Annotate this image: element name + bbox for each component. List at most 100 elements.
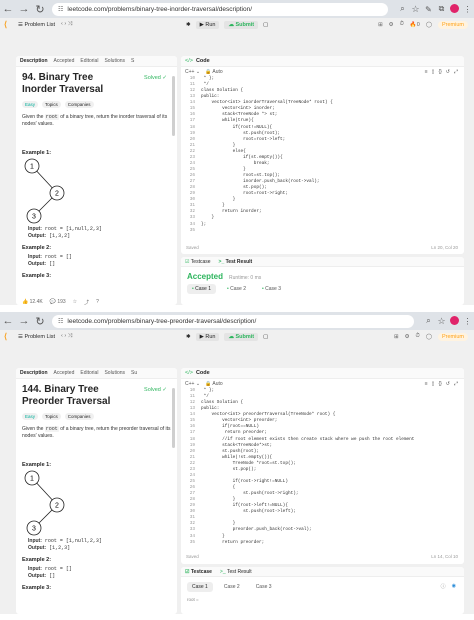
submit-button[interactable]: ☁ Submit <box>224 332 259 341</box>
tab-editorial[interactable]: Editorial <box>80 370 98 376</box>
tab-testcase[interactable]: ☑ Testcase <box>185 569 212 575</box>
tab-solutions[interactable]: Solutions <box>104 58 125 64</box>
tab-description[interactable]: Description <box>20 58 48 64</box>
timer-icon[interactable]: ⏱ <box>400 21 404 28</box>
prev-next-random-icons[interactable]: ‹ › ⤨ <box>61 21 72 28</box>
bookmark-icon[interactable]: ▯ <box>432 69 435 75</box>
reload-icon[interactable]: ↻ <box>32 315 48 328</box>
address-bar[interactable]: ☷ leetcode.com/problems/binary-tree-preo… <box>52 314 414 328</box>
extension-icon[interactable]: ✎ <box>422 5 435 14</box>
source-icon[interactable]: ◉ <box>452 583 456 590</box>
notes-icon[interactable]: ▢ <box>263 334 268 340</box>
tab-test-result[interactable]: >_ Test Result <box>220 569 252 575</box>
bookmark-star-icon[interactable]: ☆ <box>409 4 422 15</box>
leetcode-logo-icon[interactable]: ⟨ <box>4 332 14 341</box>
language-select[interactable]: C++ ⌄ <box>185 381 200 387</box>
bookmark-star-icon[interactable]: ☆ <box>435 316 448 327</box>
description-scrollbar[interactable] <box>172 388 175 448</box>
fullscreen-icon[interactable]: ⤢ <box>454 69 458 75</box>
submit-button[interactable]: ☁ Submit <box>224 20 259 29</box>
tab-accepted[interactable]: Accepted <box>54 370 75 376</box>
code-text[interactable]: * }; */class Solution {public: vector<in… <box>201 388 414 546</box>
code-text[interactable]: * }; */class Solution {public: vector<in… <box>201 76 333 234</box>
problem-title[interactable]: 94. Binary Tree Inorder Traversal <box>22 72 126 96</box>
browser-menu-icon[interactable]: ⋮ <box>461 5 474 14</box>
extensions-puzzle-icon[interactable]: ⧉ <box>435 4 448 14</box>
problem-list-button[interactable]: ☰ Problem List <box>18 22 55 28</box>
tab-solutions[interactable]: Solutions <box>104 370 125 376</box>
layout-icon[interactable]: ⊞ <box>394 334 399 340</box>
problem-list-button[interactable]: ☰ Problem List <box>18 334 55 340</box>
companies-tag[interactable]: Companies <box>64 413 94 420</box>
tab-test-result[interactable]: >_ Test Result <box>219 259 253 265</box>
case-1-button[interactable]: • Case 1 <box>187 284 216 294</box>
run-button[interactable]: ▶ Run <box>195 332 220 341</box>
braces-icon[interactable]: {} <box>438 69 441 75</box>
profile-avatar[interactable] <box>448 315 461 327</box>
tab-editorial[interactable]: Editorial <box>80 58 98 64</box>
zoom-icon[interactable]: ⌕ <box>422 316 435 326</box>
code-tab[interactable]: Code <box>196 58 210 64</box>
fullscreen-icon[interactable]: ⤢ <box>454 381 458 387</box>
line-number: 35 <box>189 539 195 545</box>
prev-next-random-icons[interactable]: ‹ › ⤨ <box>61 333 72 340</box>
format-icon[interactable]: ≡ <box>425 69 428 75</box>
tab-submissions[interactable]: Su <box>131 370 137 376</box>
case-2-button[interactable]: • Case 2 <box>222 284 251 294</box>
accepted-label: Accepted <box>187 272 224 281</box>
language-select[interactable]: C++ ⌄ <box>185 69 200 75</box>
reset-icon[interactable]: ↺ <box>446 381 450 387</box>
forward-icon[interactable]: → <box>16 3 32 15</box>
settings-icon[interactable]: ⚙ <box>405 334 410 340</box>
user-avatar[interactable]: ◯ <box>426 334 432 340</box>
settings-icon[interactable]: ⚙ <box>389 22 394 28</box>
tab-testcase[interactable]: ☑ Testcase <box>185 259 211 265</box>
debug-icon[interactable]: ✱ <box>186 334 191 340</box>
back-icon[interactable]: ← <box>0 3 16 15</box>
code-editor[interactable]: 10 11 12 13 14 15 16 17 18 19 20 21 22 23 24 25 26 27 28 29… <box>181 76 464 236</box>
run-button[interactable]: ▶ Run <box>195 20 220 29</box>
site-info-icon[interactable]: ☷ <box>58 318 63 325</box>
forward-icon[interactable]: → <box>16 315 32 327</box>
case-1-button[interactable]: Case 1 <box>187 582 213 592</box>
timer-icon[interactable]: ⏱ <box>416 333 420 340</box>
profile-avatar[interactable] <box>448 3 461 15</box>
code-editor[interactable]: 10 11 12 13 14 15 16 17 18 19 20 21 22 23 24 25 26 27 28 29… <box>181 388 464 548</box>
tab-description[interactable]: Description <box>20 370 48 376</box>
companies-tag[interactable]: Companies <box>64 101 94 108</box>
description-scrollbar[interactable] <box>172 76 175 136</box>
tab-submissions[interactable]: S <box>131 58 134 64</box>
tab-accepted[interactable]: Accepted <box>54 58 75 64</box>
reload-icon[interactable]: ↻ <box>32 3 48 16</box>
problem-title[interactable]: 144. Binary Tree Preorder Traversal <box>22 384 126 408</box>
topics-tag[interactable]: Topics <box>42 413 61 420</box>
debug-icon[interactable]: ✱ <box>186 22 191 28</box>
case-2-button[interactable]: Case 2 <box>219 582 245 592</box>
premium-button[interactable]: Premium <box>437 20 468 29</box>
braces-icon[interactable]: {} <box>438 381 441 387</box>
back-icon[interactable]: ← <box>0 315 16 327</box>
case-3-button[interactable]: • Case 3 <box>257 284 286 294</box>
case-3-button[interactable]: Case 3 <box>251 582 277 592</box>
address-bar[interactable]: ☷ leetcode.com/problems/binary-tree-inor… <box>52 2 388 16</box>
site-info-icon[interactable]: ☷ <box>58 6 63 13</box>
code-line: return preorder; <box>201 539 265 545</box>
reset-icon[interactable]: ↺ <box>446 69 450 75</box>
autocomplete-toggle[interactable]: 🔒 Auto <box>205 381 223 387</box>
user-avatar[interactable]: ◯ <box>426 22 432 28</box>
streak-counter[interactable]: 🔥0 <box>410 22 420 28</box>
topics-tag[interactable]: Topics <box>42 101 61 108</box>
code-tab[interactable]: Code <box>196 370 210 376</box>
premium-button[interactable]: Premium <box>437 332 468 341</box>
autocomplete-toggle[interactable]: 🔒 Auto <box>205 69 223 75</box>
leetcode-logo-icon[interactable]: ⟨ <box>4 20 14 29</box>
browser-menu-icon[interactable]: ⋮ <box>461 317 474 326</box>
notes-icon[interactable]: ▢ <box>263 22 268 28</box>
format-icon[interactable]: ≡ <box>425 381 428 387</box>
bookmark-icon[interactable]: ▯ <box>432 381 435 387</box>
url-text: leetcode.com/problems/binary-tree-inorde… <box>67 5 252 13</box>
layout-icon[interactable]: ⊞ <box>378 22 383 28</box>
zoom-icon[interactable]: ⌕ <box>396 4 409 14</box>
info-icon[interactable]: ⓘ <box>441 583 446 590</box>
